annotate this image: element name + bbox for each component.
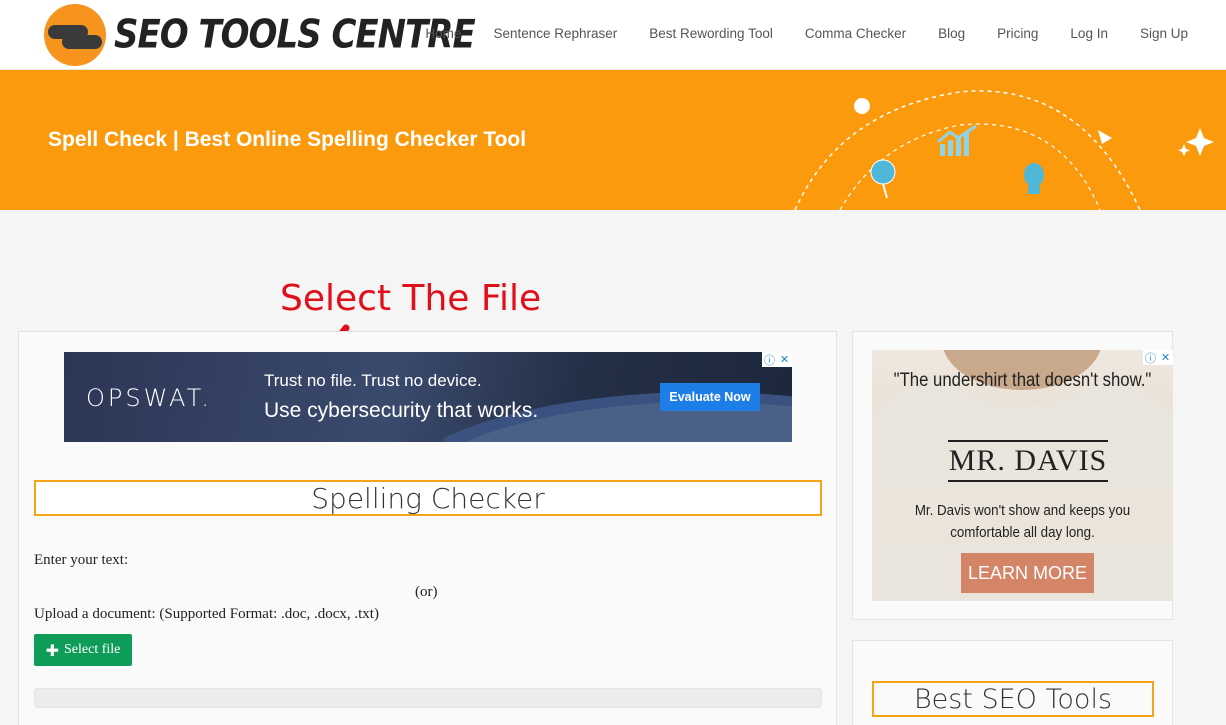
plus-icon: ✚: [45, 640, 60, 660]
sidebar-title-box: Best SEO Tools: [872, 681, 1154, 717]
ad-mr-davis[interactable]: "The undershirt that doesn't show." MR. …: [872, 350, 1173, 601]
main-nav: Home Sentence Rephraser Best Rewording T…: [393, 26, 1188, 41]
nav-best-rewording-tool[interactable]: Best Rewording Tool: [649, 26, 773, 41]
ad-close-icon[interactable]: ✕: [1158, 350, 1173, 365]
search-pin-icon: [870, 159, 896, 199]
ad-close-icon[interactable]: ✕: [777, 352, 792, 367]
sparkle-icon: [1186, 128, 1214, 156]
logo-mark-icon: [44, 4, 106, 66]
upload-progress-bar: [34, 688, 822, 708]
ad-description-line-1: Mr. Davis won't show and keeps you: [914, 503, 1131, 519]
ad-banner-opswat[interactable]: OPSWAT. Trust no file. Trust no device. …: [64, 352, 792, 442]
nav-comma-checker[interactable]: Comma Checker: [805, 26, 906, 41]
ad-line-2: Use cybersecurity that works.: [264, 399, 539, 422]
nav-blog[interactable]: Blog: [938, 26, 965, 41]
nav-sentence-rephraser[interactable]: Sentence Rephraser: [493, 26, 617, 41]
page-title: Spell Check | Best Online Spelling Check…: [48, 128, 527, 151]
ad-evaluate-button[interactable]: Evaluate Now: [660, 383, 760, 411]
top-navbar: SEO TOOLS CENTRE Home Sentence Rephraser…: [0, 0, 1226, 70]
sidebar-section-title: Best SEO Tools: [913, 683, 1113, 715]
dot-icon: [854, 98, 870, 114]
upload-label: Upload a document: (Supported Format: .d…: [34, 606, 379, 622]
ad-controls: ⓘ ✕: [1143, 350, 1173, 365]
paper-plane-icon: [1098, 130, 1112, 144]
enter-text-label: Enter your text:: [34, 552, 129, 568]
nav-pricing[interactable]: Pricing: [997, 26, 1038, 41]
nav-home[interactable]: Home: [425, 26, 461, 41]
ad-info-icon[interactable]: ⓘ: [1143, 350, 1158, 365]
ad-quote: "The undershirt that doesn't show.": [893, 370, 1152, 391]
lightbulb-icon: [1024, 163, 1044, 194]
ad-brand-logo: MR. DAVIS: [948, 440, 1108, 482]
ad-line-1: Trust no file. Trust no device.: [264, 371, 482, 390]
ad-description-line-2: comfortable all day long.: [950, 525, 1095, 541]
section-title-box: Spelling Checker: [34, 480, 822, 516]
hero-banner: Spell Check | Best Online Spelling Check…: [0, 70, 1226, 210]
nav-sign-up[interactable]: Sign Up: [1140, 26, 1188, 41]
ad-brand: OPSWAT.: [86, 384, 213, 412]
sidebar-ad-panel: "The undershirt that doesn't show." MR. …: [852, 331, 1173, 620]
sidebar-tools-panel: Best SEO Tools: [852, 640, 1173, 725]
chart-icon: [937, 124, 977, 156]
nav-log-in[interactable]: Log In: [1070, 26, 1108, 41]
or-label: (or): [415, 584, 438, 600]
ad-learn-more-button[interactable]: LEARN MORE: [961, 553, 1094, 593]
annotation-label: Select The File: [280, 278, 542, 319]
banner-illustration: [794, 90, 1214, 210]
ad-controls: ⓘ ✕: [762, 352, 792, 367]
spell-checker-panel: OPSWAT. Trust no file. Trust no device. …: [18, 331, 837, 725]
ad-description: Mr. Davis won't show and keeps you comfo…: [884, 500, 1161, 544]
ad-info-icon[interactable]: ⓘ: [762, 352, 777, 367]
section-title: Spelling Checker: [311, 481, 545, 515]
select-file-label: Select file: [64, 642, 121, 657]
select-file-button[interactable]: ✚ Select file: [34, 634, 132, 666]
